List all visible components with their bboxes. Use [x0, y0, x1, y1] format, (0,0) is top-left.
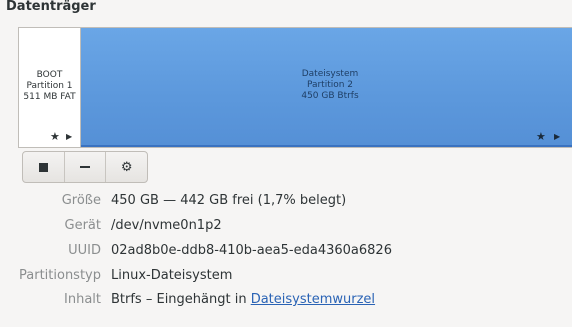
disk-partition-map: BOOT Partition 1 511 MB FAT ★ ▶ Dateisys…: [18, 27, 572, 148]
partition-main-label: Dateisystem Partition 2 450 GB Btrfs: [81, 69, 572, 102]
property-value-content: Btrfs – Eingehängt in Dateisystemwurzel: [111, 291, 375, 309]
property-label-uuid: UUID: [68, 243, 101, 258]
partition-number: Partition 1: [26, 81, 73, 91]
partition-size: 511 MB FAT: [23, 92, 76, 102]
stop-button[interactable]: [23, 152, 65, 182]
gear-icon: ⚙: [120, 159, 133, 175]
partition-number: Partition 2: [306, 80, 354, 90]
property-label-content: Inhalt: [64, 292, 101, 307]
minus-icon: [80, 166, 90, 168]
partition-name: BOOT: [36, 70, 63, 80]
property-value-uuid: 02ad8b0e-ddb8-410b-aea5-eda4360a6826: [111, 243, 392, 258]
partition-boot[interactable]: BOOT Partition 1 511 MB FAT ★ ▶: [19, 28, 81, 147]
mount-point-link[interactable]: Dateisystemwurzel: [251, 292, 375, 307]
partition-size: 450 GB Btrfs: [301, 91, 359, 101]
play-icon: ▶: [66, 132, 73, 141]
partition-toolbar: ⚙: [22, 151, 148, 183]
property-label-size: Größe: [61, 193, 101, 208]
partition-boot-label: BOOT Partition 1 511 MB FAT: [19, 70, 80, 103]
content-text: Btrfs – Eingehängt in: [111, 292, 251, 307]
stop-icon: [38, 162, 48, 172]
section-title: Datenträger: [6, 0, 96, 14]
partition-name: Dateisystem: [301, 69, 359, 79]
remove-button[interactable]: [65, 152, 107, 182]
property-value-size: 450 GB — 442 GB frei (1,7% belegt): [111, 193, 347, 208]
property-label-partition-type: Partitionstyp: [19, 268, 101, 283]
star-icon: ★: [50, 130, 60, 143]
property-value-partition-type: Linux-Dateisystem: [111, 268, 233, 283]
property-label-device: Gerät: [64, 218, 101, 233]
star-icon: ★: [536, 130, 546, 143]
property-value-device: /dev/nvme0n1p2: [111, 218, 222, 233]
settings-button[interactable]: ⚙: [106, 152, 147, 182]
play-icon: ▶: [554, 132, 561, 141]
partition-dateisystem[interactable]: Dateisystem Partition 2 450 GB Btrfs ★ ▶: [81, 28, 572, 147]
